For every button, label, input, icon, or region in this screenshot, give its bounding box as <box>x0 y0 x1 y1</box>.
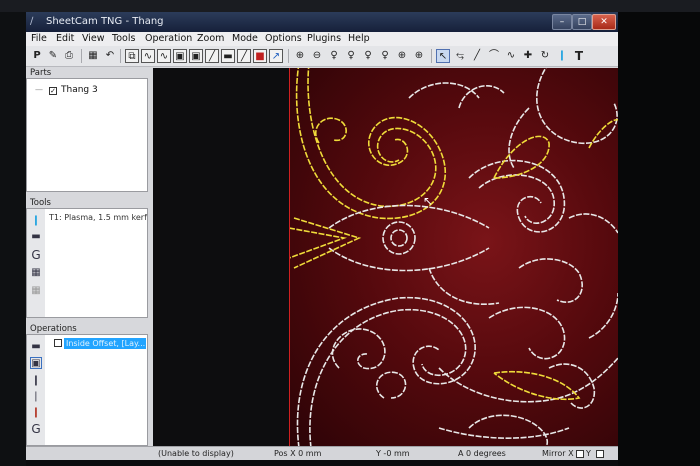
pierce-icon[interactable]: ⊕ <box>395 49 409 63</box>
select-arrow-icon[interactable]: ↖ <box>436 49 450 63</box>
menu-bar: File Edit View Tools Operation Zoom Mode… <box>26 32 618 46</box>
tools-panel: ❙ ▬ G ▦ ▦ T1: Plasma, 1.5 mm kerf <box>26 208 148 318</box>
tools-panel-header: Tools <box>26 198 148 208</box>
monitor-bezel-left <box>0 12 26 466</box>
offset-operation-icon[interactable]: ▣ <box>30 357 42 369</box>
print-icon[interactable]: ⎙ <box>62 49 76 63</box>
title-bar: ∕ SheetCam TNG - Thang – □ ✕ <box>26 12 618 32</box>
toolbar-separator <box>288 49 289 63</box>
mouse-cursor-icon: ↖ <box>423 194 434 208</box>
app-icon: ∕ <box>30 16 34 27</box>
part-drawing <box>289 68 618 454</box>
tab-icon[interactable]: ⊕ <box>412 49 426 63</box>
window-title: SheetCam TNG - Thang <box>46 16 164 27</box>
undo-icon[interactable]: ↶ <box>103 49 117 63</box>
monitor-bezel-bottom <box>26 460 618 466</box>
menu-options[interactable]: Options <box>265 33 302 45</box>
monitor-bezel-right <box>618 12 700 466</box>
toolpath-view-icon[interactable]: ╱ <box>205 49 219 63</box>
rapid-view-icon[interactable]: ╱ <box>237 49 251 63</box>
drill-tool-icon[interactable]: ▬ <box>30 231 42 243</box>
status-angle: A 0 degrees <box>458 449 506 458</box>
part-visible-checkbox[interactable]: ✓ <box>49 87 57 95</box>
menu-zoom[interactable]: Zoom <box>197 33 224 45</box>
close-button[interactable]: ✕ <box>592 14 616 30</box>
status-bar: (Unable to display) Pos X 0 mm Y -0 mm A… <box>26 446 618 460</box>
drill-operation-icon[interactable]: ❙ <box>30 375 42 387</box>
minimize-button[interactable]: – <box>552 14 572 30</box>
start-point-icon[interactable]: ■ <box>253 49 267 63</box>
plasma-torch-icon[interactable]: ❙ <box>555 49 569 63</box>
menu-plugins[interactable]: Plugins <box>307 33 341 45</box>
tree-branch-line: — <box>35 85 43 94</box>
plasma-tool-icon[interactable]: ❙ <box>30 215 42 227</box>
tools-icon-strip: ❙ ▬ G ▦ ▦ <box>27 209 45 317</box>
menu-view[interactable]: View <box>82 33 105 45</box>
operation-entry[interactable]: Inside Offset, [Lay... <box>64 338 146 349</box>
mirror-y-checkbox[interactable] <box>596 450 604 458</box>
toolbar-separator <box>120 49 121 63</box>
calculator-icon[interactable]: ▦ <box>86 49 100 63</box>
start-marker-icon[interactable]: ♀ <box>327 49 341 63</box>
arc-tool-icon[interactable]: ⌒ <box>487 49 501 63</box>
operations-panel: ▬ ▣ ❙ ❘ ❙ G Inside Offset, [Lay... <box>26 334 148 446</box>
align-left-icon[interactable]: ⥃ <box>453 49 467 63</box>
drawing-canvas[interactable] <box>289 68 618 454</box>
direction-icon[interactable]: ↗ <box>269 49 283 63</box>
status-pos-x: Pos X 0 mm <box>274 449 322 458</box>
toolbar-separator <box>431 49 432 63</box>
rotate-icon[interactable]: ↻ <box>538 49 552 63</box>
menu-help[interactable]: Help <box>348 33 370 45</box>
end-marker-icon[interactable]: ♀ <box>344 49 358 63</box>
mirror-x-label: Mirror X <box>542 449 574 458</box>
text-tool-icon[interactable]: T <box>572 49 586 63</box>
mirror-x-checkbox[interactable] <box>576 450 584 458</box>
contour-view-icon[interactable]: ▣ <box>189 49 203 63</box>
canvas-offsheet[interactable] <box>153 68 289 454</box>
plasma-operation-icon[interactable]: ▬ <box>30 341 42 353</box>
pan-down-icon[interactable]: ⊖ <box>310 49 324 63</box>
toolbar: P ✎ ⎙ ▦ ↶ ⧉ ∿ ∿ ▣ ▣ ╱ ▬ ╱ ■ ↗ ⊕ ⊖ ♀ ♀ ♀ … <box>26 46 618 67</box>
profile-view-icon[interactable]: ∿ <box>157 49 171 63</box>
status-message: (Unable to display) <box>158 449 234 458</box>
lead-in-icon[interactable]: ♀ <box>361 49 375 63</box>
menu-operation[interactable]: Operation <box>145 33 192 45</box>
zoom-in-icon[interactable]: ⊕ <box>293 49 307 63</box>
disabled-tool-icon[interactable]: ▦ <box>30 285 42 297</box>
operations-icon-strip: ▬ ▣ ❙ ❘ ❙ G <box>27 335 45 445</box>
menu-mode[interactable]: Mode <box>232 33 258 45</box>
machine-view-icon[interactable]: ▬ <box>221 49 235 63</box>
toolbar-separator <box>81 49 82 63</box>
curve-tool-icon[interactable]: ∿ <box>504 49 518 63</box>
grid-tool-icon[interactable]: ▦ <box>30 267 42 279</box>
tap-operation-icon[interactable]: ❙ <box>30 407 42 419</box>
edit-icon[interactable]: ✎ <box>46 49 60 63</box>
new-part-icon[interactable]: P <box>30 49 44 63</box>
y-axis-line <box>289 68 290 454</box>
part-view-icon[interactable]: ▣ <box>173 49 187 63</box>
parts-panel-header: Parts <box>26 68 148 78</box>
monitor-bezel-top <box>0 0 700 12</box>
layer-view-icon[interactable]: ⧉ <box>125 49 139 63</box>
mirror-y-label: Y <box>586 449 591 458</box>
menu-file[interactable]: File <box>31 33 47 45</box>
maximize-button[interactable]: □ <box>572 14 592 30</box>
tool-entry[interactable]: T1: Plasma, 1.5 mm kerf <box>49 213 147 223</box>
status-pos-y: Y -0 mm <box>376 449 410 458</box>
menu-tools[interactable]: Tools <box>112 33 135 45</box>
lead-out-icon[interactable]: ♀ <box>378 49 392 63</box>
path-view-icon[interactable]: ∿ <box>141 49 155 63</box>
menu-edit[interactable]: Edit <box>56 33 74 45</box>
app-window: ∕ SheetCam TNG - Thang – □ ✕ File Edit V… <box>26 12 618 460</box>
gcode-tool-icon[interactable]: G <box>30 249 42 261</box>
line-tool-icon[interactable]: ╱ <box>470 49 484 63</box>
operations-panel-header: Operations <box>26 324 148 334</box>
move-icon[interactable]: ✚ <box>521 49 535 63</box>
parts-panel: — ✓ Thang 3 <box>26 78 148 192</box>
gcode-operation-icon[interactable]: G <box>30 423 42 435</box>
part-name[interactable]: Thang 3 <box>61 85 98 96</box>
engrave-operation-icon[interactable]: ❘ <box>30 391 42 403</box>
operation-enabled-checkbox[interactable] <box>54 339 62 347</box>
